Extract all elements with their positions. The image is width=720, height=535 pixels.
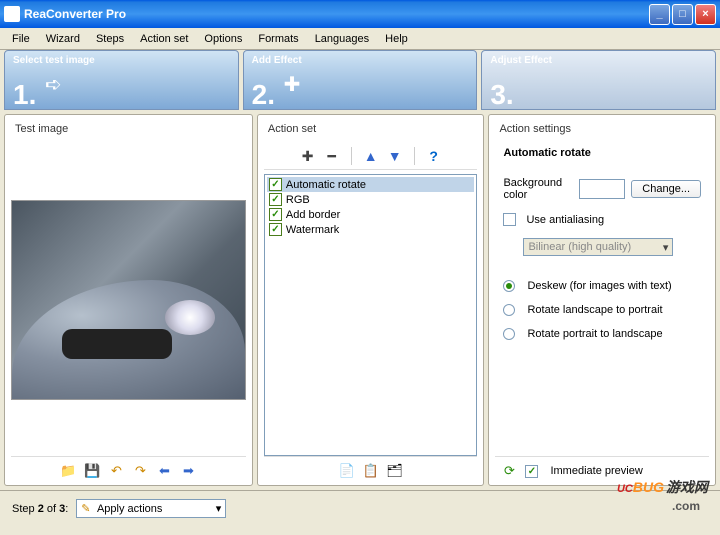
- add-action-icon[interactable]: ✚: [299, 147, 317, 165]
- move-up-icon[interactable]: ▲: [362, 147, 380, 165]
- menu-action-set[interactable]: Action set: [132, 31, 196, 47]
- bottom-bar: Step 2 of 3: ✎ Apply actions: [0, 490, 720, 526]
- settings-footer: ⟳ ✓ Immediate preview: [495, 456, 709, 479]
- action-item-add-border[interactable]: ✓ Add border: [267, 207, 475, 222]
- test-image-title: Test image: [11, 121, 246, 137]
- menu-help[interactable]: Help: [377, 31, 416, 47]
- menubar: File Wizard Steps Action set Options For…: [0, 28, 720, 50]
- immediate-preview-checkbox[interactable]: ✓: [525, 465, 538, 478]
- step-tab-3[interactable]: Adjust Effect 3.: [481, 50, 716, 110]
- titlebar: ReaConverter Pro _ □ ×: [0, 0, 720, 28]
- radio-l2p-label: Rotate landscape to portrait: [527, 304, 662, 316]
- action-label: Automatic rotate: [286, 179, 366, 191]
- step-2-num: 2.: [252, 79, 275, 110]
- action-label: RGB: [286, 194, 310, 206]
- action-label: Watermark: [286, 224, 339, 236]
- step-indicator: Step 2 of 3:: [12, 503, 68, 515]
- save-set-icon[interactable]: 📋: [363, 463, 379, 479]
- radio-deskew[interactable]: [503, 280, 515, 292]
- menu-languages[interactable]: Languages: [307, 31, 377, 47]
- menu-file[interactable]: File: [4, 31, 38, 47]
- checkbox-icon[interactable]: ✓: [269, 178, 282, 191]
- bg-color-swatch[interactable]: [579, 179, 625, 199]
- radio-landscape-portrait[interactable]: [503, 304, 515, 316]
- menu-steps[interactable]: Steps: [88, 31, 132, 47]
- redo-icon[interactable]: ↷: [132, 463, 148, 479]
- load-set-icon[interactable]: 📄: [339, 463, 355, 479]
- checkbox-icon[interactable]: ✓: [269, 193, 282, 206]
- action-set-panel: Action set ✚ ━ ▲ ▼ ? ✓ Automatic rotate …: [257, 114, 485, 486]
- undo-icon[interactable]: ↶: [108, 463, 124, 479]
- step-3-num: 3.: [490, 79, 513, 110]
- image-preview: [11, 200, 246, 400]
- checkbox-icon[interactable]: ✓: [269, 208, 282, 221]
- next-icon[interactable]: ➡: [180, 463, 196, 479]
- step-3-label: Adjust Effect: [490, 55, 707, 66]
- plus-icon: ✚: [284, 72, 301, 97]
- bg-color-label: Background color: [503, 177, 573, 201]
- step-1-num: 1.: [13, 79, 36, 110]
- antialias-checkbox[interactable]: [503, 213, 516, 226]
- test-image-panel: Test image 📁 💾 ↶ ↷ ⬅ ➡: [4, 114, 253, 486]
- window-title: ReaConverter Pro: [24, 7, 649, 21]
- step-2-label: Add Effect: [252, 55, 469, 66]
- action-settings-title: Action settings: [495, 121, 709, 137]
- action-item-watermark[interactable]: ✓ Watermark: [267, 222, 475, 237]
- open-icon[interactable]: 📁: [60, 463, 76, 479]
- action-list[interactable]: ✓ Automatic rotate ✓ RGB ✓ Add border ✓ …: [264, 174, 478, 456]
- action-set-title: Action set: [264, 121, 478, 137]
- menu-options[interactable]: Options: [196, 31, 250, 47]
- menu-formats[interactable]: Formats: [250, 31, 306, 47]
- radio-p2l-label: Rotate portrait to landscape: [527, 328, 662, 340]
- menu-wizard[interactable]: Wizard: [38, 31, 88, 47]
- action-item-rgb[interactable]: ✓ RGB: [267, 192, 475, 207]
- immediate-preview-label: Immediate preview: [550, 465, 642, 477]
- step-select[interactable]: ✎ Apply actions: [76, 499, 226, 518]
- close-button[interactable]: ×: [695, 4, 716, 25]
- step-tab-1[interactable]: Select test image 1. ➪: [4, 50, 239, 110]
- action-item-automatic-rotate[interactable]: ✓ Automatic rotate: [267, 177, 475, 192]
- move-down-icon[interactable]: ▼: [386, 147, 404, 165]
- minimize-button[interactable]: _: [649, 4, 670, 25]
- save-icon[interactable]: 💾: [84, 463, 100, 479]
- step-1-label: Select test image: [13, 55, 230, 66]
- help-icon[interactable]: ?: [425, 147, 443, 165]
- prev-icon[interactable]: ⬅: [156, 463, 172, 479]
- antialias-label: Use antialiasing: [526, 214, 604, 226]
- setting-name: Automatic rotate: [503, 147, 701, 159]
- manage-set-icon[interactable]: 🗂: [387, 463, 403, 479]
- image-toolbar: 📁 💾 ↶ ↷ ⬅ ➡: [11, 456, 246, 479]
- arrow-icon: ➪: [45, 72, 62, 97]
- remove-action-icon[interactable]: ━: [323, 147, 341, 165]
- step-tab-2[interactable]: Add Effect 2. ✚: [243, 50, 478, 110]
- steps-header: Select test image 1. ➪ Add Effect 2. ✚ A…: [0, 50, 720, 110]
- checkbox-icon[interactable]: ✓: [269, 223, 282, 236]
- radio-portrait-landscape[interactable]: [503, 328, 515, 340]
- radio-deskew-label: Deskew (for images with text): [527, 280, 671, 292]
- action-settings-panel: Action settings Automatic rotate Backgro…: [488, 114, 716, 486]
- refresh-icon[interactable]: ⟳: [501, 463, 517, 479]
- action-label: Add border: [286, 209, 340, 221]
- app-icon: [4, 6, 20, 22]
- change-color-button[interactable]: Change...: [631, 180, 701, 198]
- action-toolbar: ✚ ━ ▲ ▼ ?: [264, 143, 478, 170]
- maximize-button[interactable]: □: [672, 4, 693, 25]
- action-set-footer: 📄 📋 🗂: [264, 456, 478, 479]
- quality-select[interactable]: Bilinear (high quality): [523, 238, 673, 256]
